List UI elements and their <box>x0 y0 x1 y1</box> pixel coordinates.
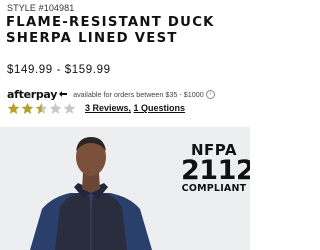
product-title: FLAME-RESISTANT DUCK SHERPA LINED VEST <box>6 14 215 46</box>
afterpay-message: available for orders between $35 - $1000 <box>73 89 204 99</box>
product-page: STYLE #104981 FLAME-RESISTANT DUCK SHERP… <box>0 0 250 250</box>
afterpay-logo: afterpay <box>7 88 68 101</box>
badge-2112-text: 2112 <box>181 155 250 186</box>
badge-compliant-text: COMPLIANT <box>181 183 247 194</box>
star-rating[interactable] <box>7 102 77 115</box>
afterpay-row: afterpay available for orders between $3… <box>7 88 215 101</box>
star-icon <box>49 102 62 114</box>
star-icon <box>63 102 76 114</box>
star-icon <box>21 102 34 114</box>
reviews-link[interactable]: 3 Reviews, <box>85 103 131 113</box>
nfpa-compliance-badge: NFPA 2112 COMPLIANT <box>181 143 250 194</box>
reviews-summary: 3 Reviews, 1 Questions <box>85 103 185 113</box>
afterpay-logo-text: afterpay <box>7 87 58 101</box>
star-icon <box>7 102 20 114</box>
questions-link[interactable]: 1 Questions <box>134 103 186 113</box>
style-number: STYLE #104981 <box>7 3 75 13</box>
product-hero-image[interactable]: NFPA 2112 COMPLIANT <box>0 127 250 250</box>
rating-row: 3 Reviews, 1 Questions <box>7 101 185 115</box>
price-range: $149.99 - $159.99 <box>7 64 111 76</box>
info-icon[interactable]: i <box>205 89 215 99</box>
afterpay-logo-mark-icon <box>59 91 68 97</box>
star-icon <box>35 102 48 114</box>
